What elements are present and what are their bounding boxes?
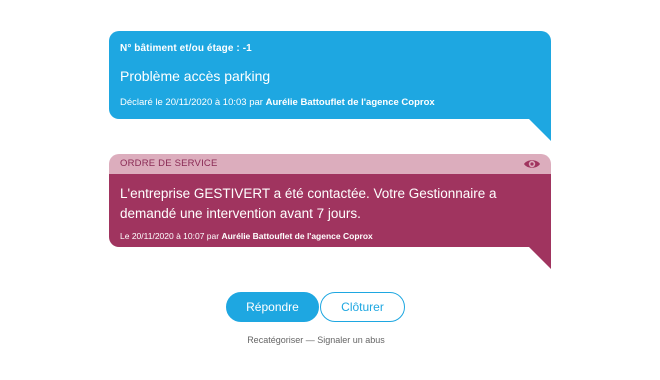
bubble-tail [529,247,551,269]
signed-author: Aurélie Battouflet de l'agence Coprox [221,231,373,241]
service-order-message: L'entreprise GESTIVERT a été contactée. … [120,186,497,221]
signed-date: Le 20/11/2020 à 10:07 par [120,231,222,241]
recategorize-link[interactable]: Recatégoriser [247,335,303,345]
incident-title: Problème accès parking [120,68,271,84]
footer-links: Recatégoriser — Signaler un abus [0,335,632,345]
service-order-header-label: ORDRE DE SERVICE [120,158,218,169]
service-order-header: ORDRE DE SERVICE [109,154,551,174]
building-floor-label: N° bâtiment et/ou étage : -1 [120,43,252,54]
eye-icon[interactable] [523,156,541,172]
service-order-body: L'entreprise GESTIVERT a été contactée. … [109,174,551,247]
declared-info: Déclaré le 20/11/2020 à 10:03 par Auréli… [120,97,435,108]
declared-date: Déclaré le 20/11/2020 à 10:03 par [120,97,266,108]
service-order-bubble: ORDRE DE SERVICE L'entreprise GESTIVERT … [109,154,551,269]
declaration-bubble: N° bâtiment et/ou étage : -1 Problème ac… [109,31,551,141]
declared-author: Aurélie Battouflet de l'agence Coprox [265,97,435,108]
bubble-tail [529,119,551,141]
reply-button[interactable]: Répondre [226,292,319,322]
footer-separator: — [303,335,318,345]
report-abuse-link[interactable]: Signaler un abus [317,335,385,345]
service-order-signed-info: Le 20/11/2020 à 10:07 par Aurélie Battou… [120,231,373,241]
close-ticket-button[interactable]: Clôturer [320,292,405,322]
